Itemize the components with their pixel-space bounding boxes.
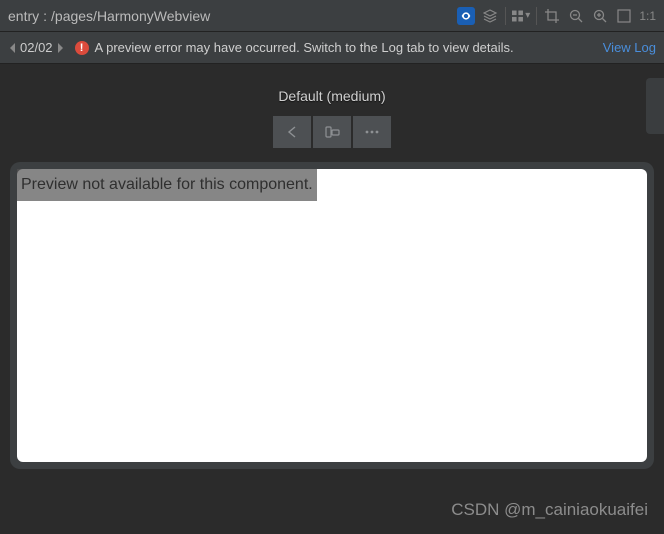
zoom-out-icon[interactable] [567,7,585,25]
chevron-down-icon: ▾ [525,10,530,21]
back-button[interactable] [273,116,311,148]
ratio-button[interactable]: 1:1 [639,7,656,25]
separator [536,7,537,25]
eye-icon[interactable] [457,7,475,25]
preview-canvas: Preview not available for this component… [17,169,647,462]
side-tab[interactable] [646,78,664,134]
page-indicator: 02/02 [20,40,53,55]
breadcrumb-sep: : [43,8,47,24]
preview-controls [0,116,664,148]
grid-icon[interactable]: ▾ [512,7,530,25]
breadcrumb-entry: entry [8,8,39,24]
crop-icon[interactable] [543,7,561,25]
unavailable-banner: Preview not available for this component… [17,169,317,201]
next-arrow[interactable] [55,41,65,55]
rotate-button[interactable] [313,116,351,148]
breadcrumb: entry : /pages/HarmonyWebview [8,8,457,24]
watermark: CSDN @m_cainiaokuaifei [451,500,648,520]
toolbar-icons: ▾ 1:1 [457,7,656,25]
preview-area: Default (medium) Preview not available f… [0,64,664,469]
fit-icon[interactable] [615,7,633,25]
zoom-in-icon[interactable] [591,7,609,25]
error-icon: ! [75,41,89,55]
error-bar: 02/02 ! A preview error may have occurre… [0,32,664,64]
error-message: A preview error may have occurred. Switc… [95,40,514,55]
layers-icon[interactable] [481,7,499,25]
more-button[interactable] [353,116,391,148]
breadcrumb-path: /pages/HarmonyWebview [51,8,210,24]
view-log-link[interactable]: View Log [603,40,656,55]
preview-frame: Preview not available for this component… [10,162,654,469]
top-toolbar: entry : /pages/HarmonyWebview ▾ 1:1 [0,0,664,32]
prev-arrow[interactable] [8,41,18,55]
separator [505,7,506,25]
preview-title: Default (medium) [0,88,664,104]
